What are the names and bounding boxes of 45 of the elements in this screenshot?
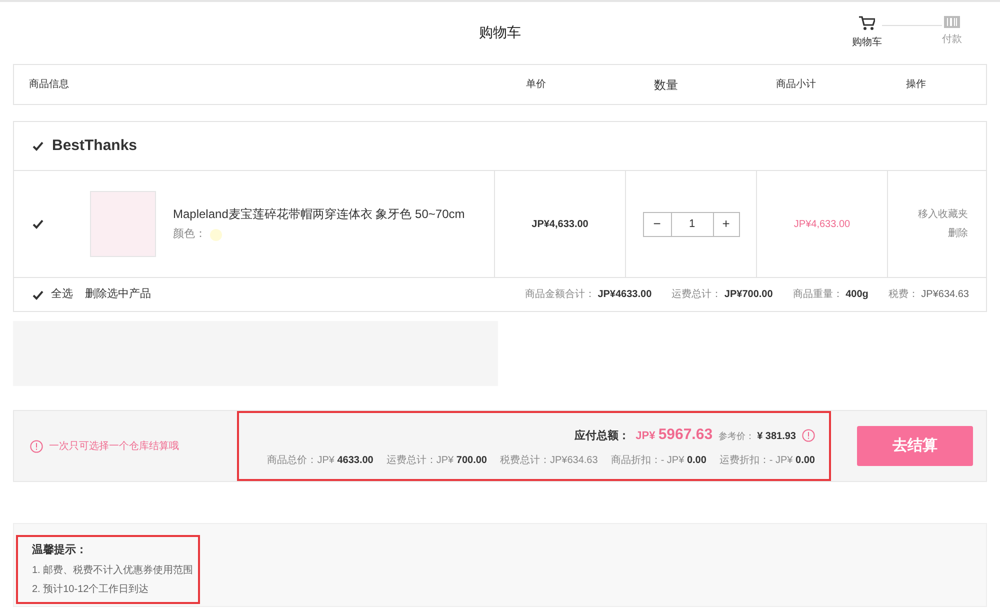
tip-text: 2. 预计10-12个工作日到达: [32, 582, 150, 596]
tip-text: 1. 邮费、税费不计入优惠券使用范围: [32, 564, 194, 578]
action-link[interactable]: 删除: [948, 226, 968, 241]
decrease-button[interactable]: −: [644, 212, 672, 236]
barcode-icon: [944, 16, 960, 28]
checkbox[interactable]: [31, 218, 44, 230]
amount-breakdown: 商品折扣：- JP¥ 0.00: [610, 454, 706, 468]
product-photo-placeholder: [90, 191, 156, 257]
unit-price: JP¥4,633.00: [532, 218, 588, 232]
total-label: 应付总额：: [574, 428, 630, 444]
delete-selected-link[interactable]: 删除选中产品: [85, 286, 151, 303]
amount-breakdown: 运费折扣：- JP¥ 0.00: [719, 454, 815, 468]
checkbox[interactable]: [31, 288, 44, 301]
item-subtotal: JP¥4,633.00: [794, 218, 850, 232]
checkbox[interactable]: [31, 140, 44, 152]
column-header: 数量: [654, 78, 678, 92]
amount-breakdown: 税费总计：JP¥634.63: [500, 454, 598, 468]
amount-breakdown: 商品总价：JP¥ 4633.00: [267, 454, 374, 468]
quantity-field[interactable]: 1: [672, 212, 712, 236]
action-link[interactable]: 移入收藏夹: [918, 207, 968, 222]
step: 付款: [942, 16, 962, 47]
step: 购物车: [852, 16, 882, 50]
info-icon: [30, 440, 43, 452]
quantity-stepper[interactable]: − 1 +: [642, 212, 740, 236]
increase-button[interactable]: +: [712, 212, 738, 236]
info-icon: [802, 429, 815, 442]
shop-name: BestThanks: [52, 136, 138, 156]
amount-breakdown: 运费总计：JP¥ 700.00: [386, 454, 487, 468]
column-header: 商品小计: [776, 79, 816, 90]
total-summary: 运费总计： JP¥700.00: [672, 288, 773, 302]
cart-icon: [859, 16, 875, 31]
total-summary: 商品金额合计： JP¥4633.00: [524, 288, 652, 302]
product-title: Mapleland麦宝莲碎花带帽两穿连体衣 象牙色 50~70cm: [173, 206, 465, 224]
tips-title: 温馨提示：: [32, 542, 88, 558]
page-title: 购物车: [479, 23, 521, 42]
reference-price: 参考价： ¥ 381.93: [718, 430, 796, 444]
total-summary: 税费： JP¥634.63: [888, 288, 969, 302]
warehouse-notice: 一次只可选择一个仓库结算哦: [49, 440, 179, 454]
total-summary: 商品重量： 400g: [792, 288, 868, 302]
column-header: 操作: [906, 79, 926, 90]
total-amount: JP¥ 5967.63: [636, 425, 713, 446]
select-all-label[interactable]: 全选: [51, 286, 73, 303]
column-header: 商品信息: [29, 79, 69, 90]
color-label: 颜色：: [173, 226, 206, 242]
column-header: 单价: [526, 79, 546, 90]
